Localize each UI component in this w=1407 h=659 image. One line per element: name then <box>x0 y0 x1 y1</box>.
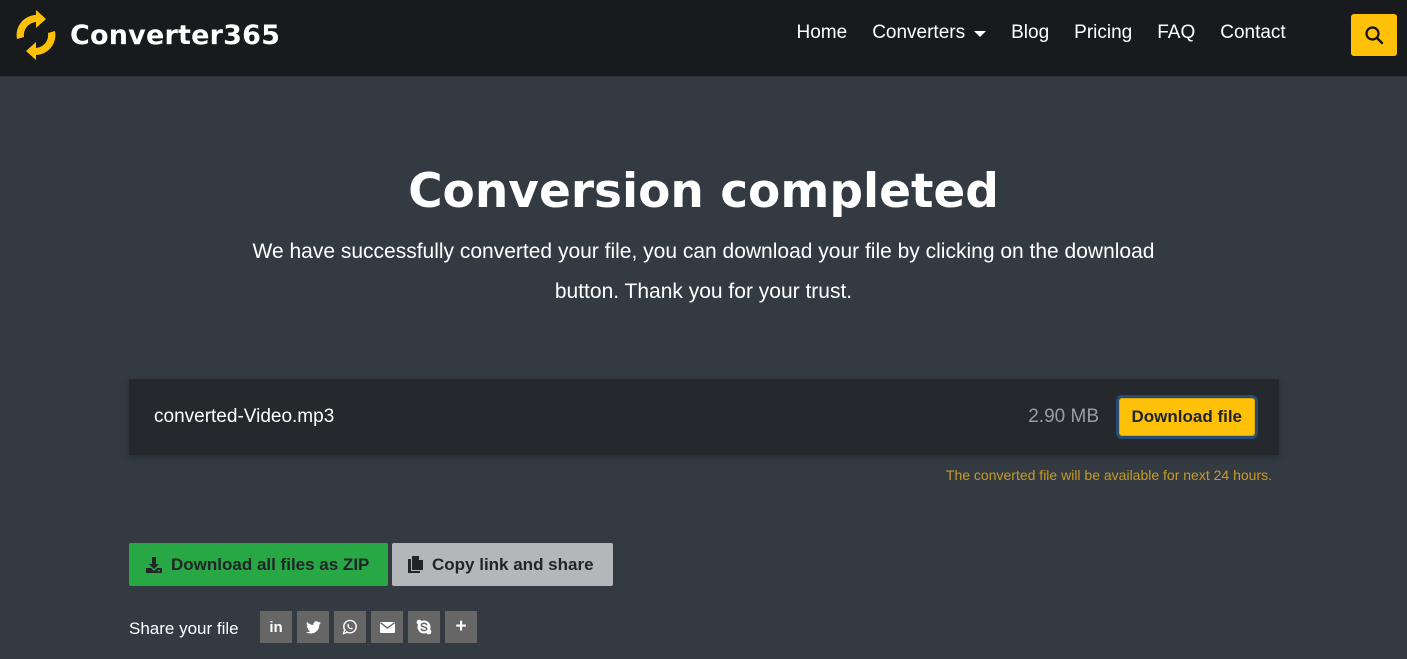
nav-faq-label: FAQ <box>1157 22 1196 43</box>
search-icon <box>1365 26 1384 45</box>
download-zip-label: Download all files as ZIP <box>171 554 370 574</box>
main-nav: Home Converters Blog Pricing FAQ Contact <box>784 22 1298 44</box>
navbar: Converter365 Home Converters Blog Pricin… <box>0 0 1407 77</box>
download-zip-button[interactable]: Download all files as ZIP <box>129 543 388 586</box>
nav-blog-label: Blog <box>1011 22 1050 43</box>
brand-link[interactable]: Converter365 <box>10 10 280 60</box>
email-icon <box>379 621 395 633</box>
availability-note: The converted file will be available for… <box>945 467 1272 483</box>
share-twitter-button[interactable] <box>297 611 329 643</box>
twitter-icon <box>305 620 321 633</box>
nav-home[interactable]: Home <box>797 22 848 44</box>
nav-home-label: Home <box>796 22 848 43</box>
hero-description: We have successfully converted your file… <box>252 240 1155 303</box>
nav-contact[interactable]: Contact <box>1220 22 1285 44</box>
brand-name: Converter365 <box>70 19 281 51</box>
copy-link-button[interactable]: Copy link and share <box>392 543 613 586</box>
plus-icon: + <box>455 616 467 637</box>
nav-contact-label: Contact <box>1220 22 1286 43</box>
nav-pricing[interactable]: Pricing <box>1074 22 1132 44</box>
file-size: 2.90 MB <box>1028 406 1099 427</box>
linkedin-icon: in <box>269 618 283 636</box>
nav-pricing-label: Pricing <box>1074 22 1133 43</box>
nav-converters[interactable]: Converters <box>872 22 987 44</box>
share-skype-button[interactable] <box>408 611 440 643</box>
download-icon <box>145 556 163 574</box>
nav-faq[interactable]: FAQ <box>1157 22 1195 44</box>
sync-logo-icon <box>16 10 56 60</box>
share-linkedin-button[interactable]: in <box>260 611 292 643</box>
nav-converters-label: Converters <box>872 22 966 43</box>
share-label: Share your file <box>129 619 239 638</box>
file-row: converted-Video.mp3 2.90 MB Download fil… <box>129 379 1279 455</box>
caret-down-icon <box>974 31 987 37</box>
share-more-button[interactable]: + <box>445 611 477 643</box>
whatsapp-icon <box>342 619 357 635</box>
share-buttons: in + <box>260 611 482 643</box>
skype-icon <box>416 619 432 635</box>
copy-link-label: Copy link and share <box>432 554 594 574</box>
share-email-button[interactable] <box>371 611 403 643</box>
nav-blog[interactable]: Blog <box>1011 22 1049 44</box>
file-name: converted-Video.mp3 <box>154 406 335 427</box>
share-whatsapp-button[interactable] <box>334 611 366 643</box>
download-file-button[interactable]: Download file <box>1118 398 1255 436</box>
search-button[interactable] <box>1351 14 1397 56</box>
page-title: Conversion completed <box>408 164 999 219</box>
copy-icon <box>407 555 424 574</box>
